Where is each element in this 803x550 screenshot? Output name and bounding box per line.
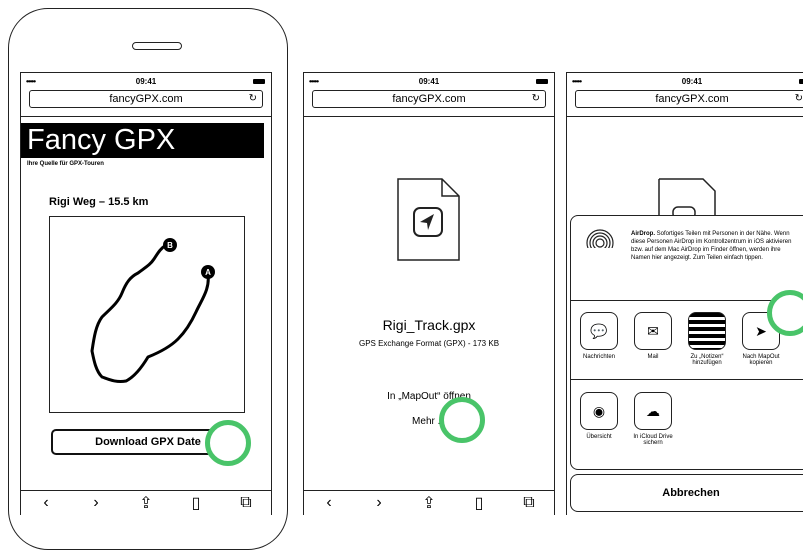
bookmarks-icon[interactable]: ▯: [181, 493, 211, 513]
open-in-mapout-link[interactable]: In „MapOut“ öffnen: [304, 391, 554, 402]
reload-icon[interactable]: ↻: [532, 91, 540, 107]
marker-b-label: B: [167, 241, 173, 250]
back-icon[interactable]: ‹: [31, 494, 61, 512]
address-bar[interactable]: fancyGPX.com ↻: [29, 90, 263, 108]
status-bar: ••••• 09:41: [304, 77, 554, 89]
share-messages-label: Nachrichten: [582, 354, 615, 360]
browser-toolbar: ‹ › ⇪ ▯ ⧉: [304, 490, 554, 515]
url-text: fancyGPX.com: [392, 93, 466, 105]
site-tagline: Ihre Quelle für GPX-Touren: [27, 161, 104, 167]
route-map: A B: [49, 216, 245, 413]
share-notes[interactable]: Zu „Notizen“ hinzufügen: [687, 312, 727, 366]
tabs-icon[interactable]: ⧉: [514, 494, 544, 512]
status-time: 09:41: [418, 77, 440, 86]
site-title: Fancy GPX: [21, 123, 264, 158]
status-bar: ••••• 09:41: [21, 77, 271, 89]
bookmarks-icon[interactable]: ▯: [464, 493, 494, 513]
file-meta: GPS Exchange Format (GPX) - 173 KB: [358, 339, 500, 348]
battery-icon: [799, 79, 803, 84]
battery-icon: [253, 79, 265, 84]
action-quicklook-label: Übersicht: [586, 434, 612, 440]
share-messages[interactable]: 💬 Nachrichten: [579, 312, 619, 360]
forward-icon[interactable]: ›: [364, 494, 394, 512]
url-text: fancyGPX.com: [655, 93, 729, 105]
marker-a-label: A: [205, 268, 211, 277]
gpx-file-icon: [397, 178, 460, 261]
airdrop-body: Sofortiges Teilen mit Personen in der Nä…: [631, 231, 792, 261]
screen-share-sheet: ••••• 09:41 fancyGPX.com ↻ AirDrop. Sofo…: [566, 72, 803, 515]
share-icon[interactable]: ⇪: [131, 493, 161, 513]
tap-indicator: [439, 397, 485, 443]
divider: [571, 379, 803, 380]
airdrop-icon[interactable]: [585, 228, 615, 258]
cloud-upload-icon: ☁: [634, 392, 672, 430]
status-time: 09:41: [135, 77, 157, 86]
divider: [21, 116, 271, 117]
url-text: fancyGPX.com: [109, 93, 183, 105]
share-sheet: AirDrop. Sofortiges Teilen mit Personen …: [570, 215, 803, 470]
speaker: [132, 42, 182, 50]
reload-icon[interactable]: ↻: [795, 91, 803, 107]
browser-toolbar: ‹ › ⇪ ▯ ⧉: [21, 490, 271, 515]
envelope-icon: ✉: [634, 312, 672, 350]
cancel-button[interactable]: Abbrechen: [570, 474, 803, 512]
battery-icon: [536, 79, 548, 84]
action-icloud-label: In iCloud Drive sichern: [633, 434, 673, 446]
tabs-icon[interactable]: ⧉: [231, 494, 261, 512]
tap-indicator: [205, 420, 251, 466]
file-name: Rigi_Track.gpx: [382, 317, 476, 333]
share-mapout-label: Nach MapOut kopieren: [742, 354, 780, 366]
more-link[interactable]: Mehr ...: [304, 416, 554, 427]
track-title: Rigi Weg – 15.5 km: [49, 196, 149, 208]
airdrop-description: AirDrop. Sofortiges Teilen mit Personen …: [631, 230, 801, 262]
forward-icon[interactable]: ›: [81, 494, 111, 512]
address-bar[interactable]: fancyGPX.com ↻: [575, 90, 803, 108]
status-time: 09:41: [681, 77, 703, 86]
file-icon-background: [658, 178, 716, 217]
share-icon[interactable]: ⇪: [414, 493, 444, 513]
status-bar: ••••• 09:41: [567, 77, 803, 89]
airdrop-title: AirDrop.: [631, 231, 655, 237]
action-quicklook[interactable]: ◉ Übersicht: [579, 392, 619, 440]
divider: [567, 116, 803, 117]
back-icon[interactable]: ‹: [314, 494, 344, 512]
speech-bubble-icon: 💬: [580, 312, 618, 350]
reload-icon[interactable]: ↻: [249, 91, 257, 107]
divider: [304, 116, 554, 117]
address-bar[interactable]: fancyGPX.com ↻: [312, 90, 546, 108]
share-mail[interactable]: ✉ Mail: [633, 312, 673, 360]
share-mail-label: Mail: [647, 354, 659, 360]
eye-icon: ◉: [580, 392, 618, 430]
action-icloud[interactable]: ☁ In iCloud Drive sichern: [633, 392, 673, 446]
share-notes-label: Zu „Notizen“ hinzufügen: [690, 354, 724, 366]
notes-icon: [688, 312, 726, 350]
divider: [571, 300, 803, 301]
screen-file-preview: ••••• 09:41 fancyGPX.com ↻ Rigi_Track.gp…: [303, 72, 555, 515]
route-line: A B: [90, 238, 215, 383]
